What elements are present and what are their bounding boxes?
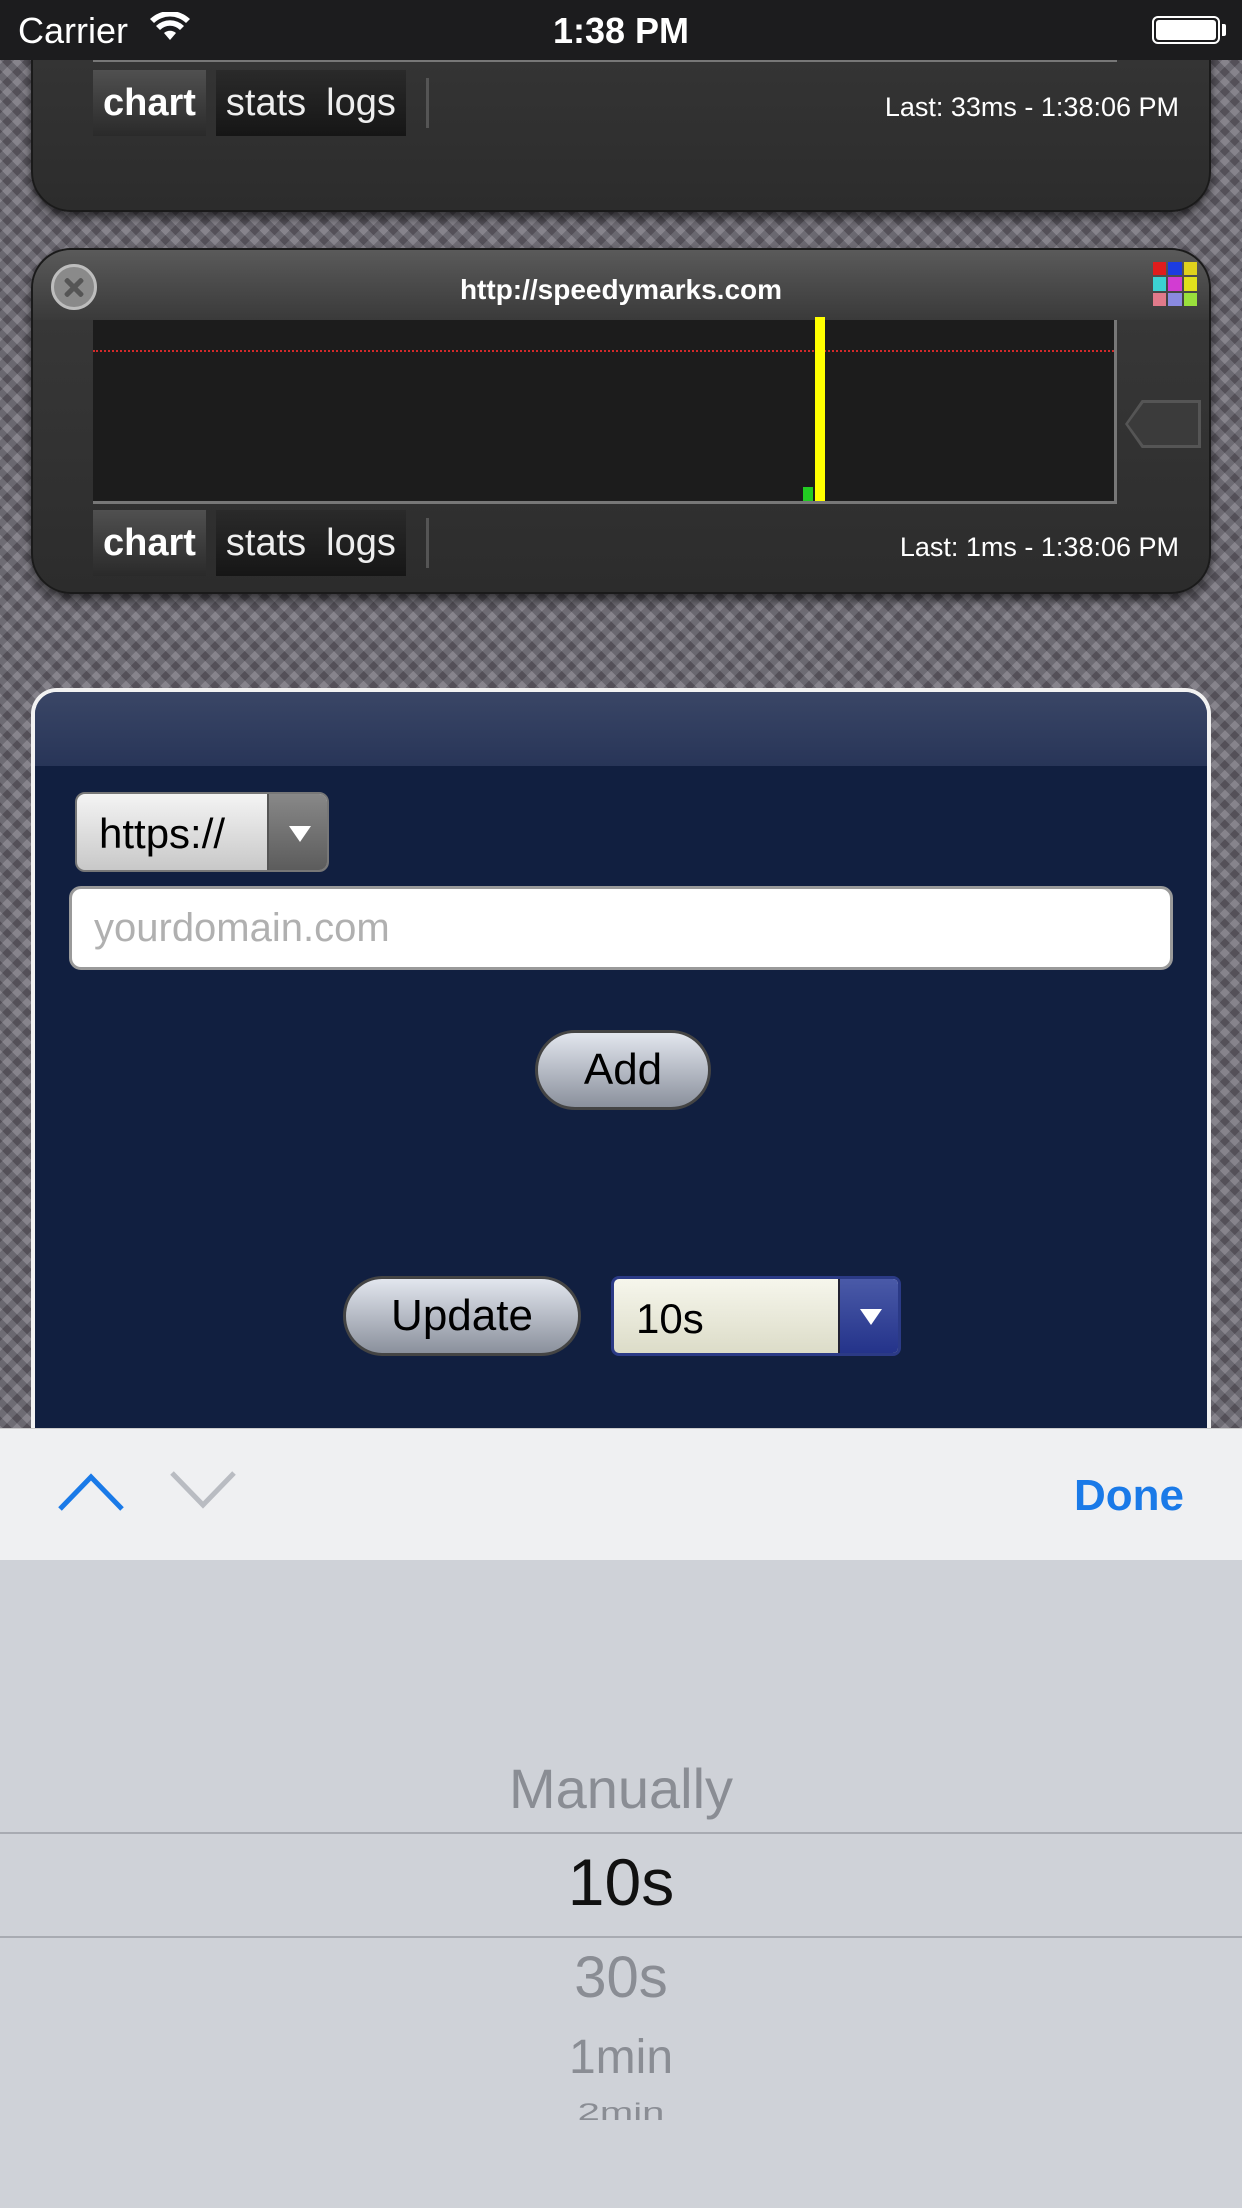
picker-option-selected[interactable]: 10s — [0, 1844, 1242, 1920]
last-response-text: Last: 33ms - 1:38:06 PM — [884, 92, 1179, 122]
protocol-select[interactable]: https:// — [75, 792, 329, 872]
battery-icon — [1152, 16, 1220, 44]
tab-separator — [425, 518, 429, 568]
picker-option[interactable]: 30s — [0, 1944, 1242, 2011]
chart-bar — [803, 487, 813, 501]
interval-picker[interactable]: Manually 10s 30s 1min 2min — [0, 1560, 1242, 2208]
add-button[interactable]: Add — [535, 1030, 711, 1110]
interval-select[interactable]: 10s — [611, 1276, 901, 1356]
tab-stats[interactable]: stats — [215, 70, 317, 136]
picker-selection-top — [0, 1832, 1242, 1834]
picker-option[interactable]: Manually — [0, 1756, 1242, 1821]
done-button[interactable]: Done — [1074, 1471, 1184, 1521]
tab-logs[interactable]: logs — [316, 510, 406, 576]
tab-separator — [425, 78, 429, 128]
chart-bar-peak — [815, 317, 825, 501]
color-grid-icon[interactable] — [1153, 262, 1197, 306]
threshold-line — [93, 350, 1114, 352]
tab-chart[interactable]: chart — [93, 70, 206, 136]
tab-stats[interactable]: stats — [215, 510, 317, 576]
update-button[interactable]: Update — [343, 1276, 581, 1356]
tab-logs[interactable]: logs — [316, 70, 406, 136]
chevron-down-icon[interactable] — [168, 1465, 238, 1515]
battery-tip — [1222, 24, 1226, 36]
status-bar: Carrier 1:38 PM — [0, 0, 1242, 60]
picker-selection-bottom — [0, 1936, 1242, 1938]
last-response-text: Last: 1ms - 1:38:06 PM — [899, 532, 1179, 562]
clear-button[interactable] — [1125, 400, 1201, 448]
monitor-tabs: chart stats logs — [93, 510, 429, 576]
chevron-down-icon — [267, 794, 327, 870]
monitor-card: http://speedymarks.com chart stats logs … — [31, 248, 1211, 594]
chevron-down-icon — [838, 1279, 898, 1353]
chevron-up-icon[interactable] — [56, 1465, 126, 1515]
protocol-value: https:// — [99, 810, 226, 857]
monitor-tabs: chart stats logs — [93, 70, 429, 136]
input-accessory-toolbar: Done — [0, 1428, 1242, 1560]
interval-value: 10s — [636, 1295, 704, 1342]
domain-input[interactable] — [69, 886, 1173, 970]
response-chart[interactable] — [93, 317, 1117, 504]
clock: 1:38 PM — [552, 10, 690, 51]
monitor-url: http://speedymarks.com — [459, 274, 783, 305]
add-monitor-panel: https:// Add Update 10s — [31, 688, 1211, 1448]
panel-header — [35, 692, 1207, 766]
picker-option[interactable]: 2min — [0, 2099, 1242, 2126]
picker-option[interactable]: 1min — [0, 2030, 1242, 2085]
tab-chart[interactable]: chart — [93, 510, 206, 576]
